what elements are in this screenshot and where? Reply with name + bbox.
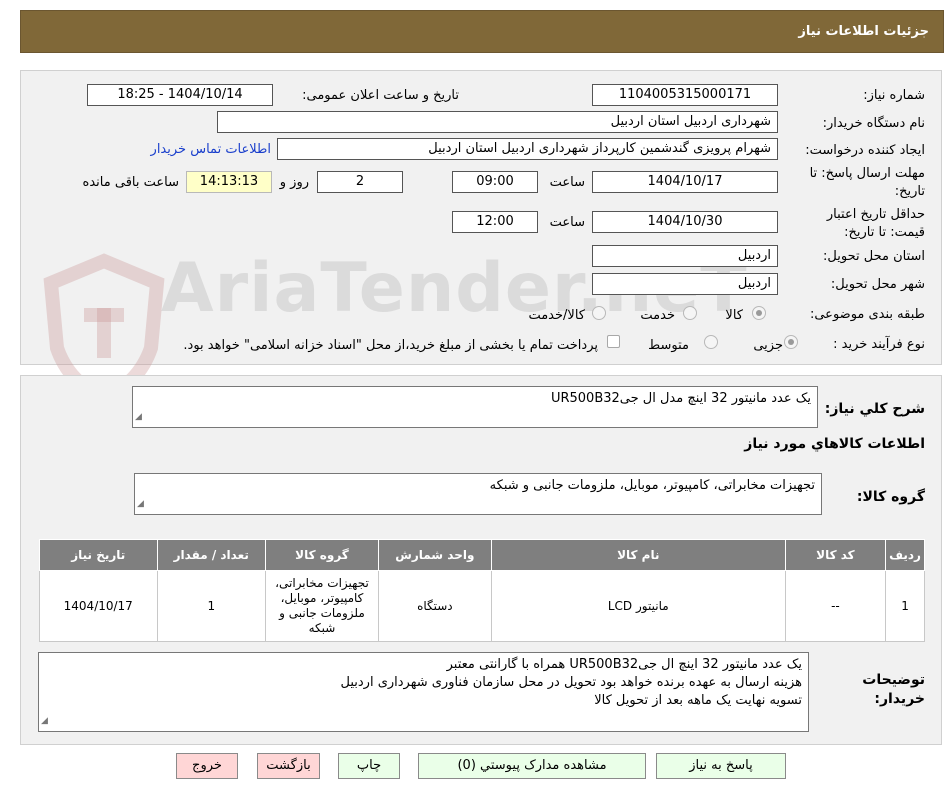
process-medium-radio[interactable] bbox=[704, 335, 718, 349]
col-header-date: تاریخ نیاز bbox=[39, 539, 158, 571]
days-label: روز و bbox=[279, 175, 309, 190]
process-minor-label: جزیی bbox=[753, 338, 783, 353]
process-label: نوع فرآیند خرید : bbox=[833, 337, 925, 352]
deadline-label-2: تاریخ: bbox=[894, 184, 925, 199]
buyer-note-line: یک عدد مانیتور 32 اینچ ال جیUR500B32 همر… bbox=[446, 657, 802, 672]
validity-label: حداقل تاریخ اعتبار bbox=[826, 207, 925, 222]
table-row: 1 -- مانیتور LCD دستگاه تجهیزات مخابراتی… bbox=[39, 570, 925, 642]
deadline-time-label: ساعت bbox=[549, 175, 585, 190]
remaining-time-label: ساعت باقی مانده bbox=[82, 175, 179, 190]
goods-group-text: تجهیزات مخابراتی، کامپیوتر، موبایل، ملزو… bbox=[489, 478, 815, 493]
province-label: استان محل تحویل: bbox=[823, 249, 925, 264]
category-goods-radio[interactable] bbox=[752, 306, 766, 320]
cell-qty: 1 bbox=[156, 570, 267, 642]
page-header: جزئیات اطلاعات نیاز bbox=[20, 10, 944, 53]
validity-date-field: 1404/10/30 bbox=[592, 211, 778, 233]
buyer-notes-label-2: خریدار: bbox=[874, 691, 925, 707]
respond-button[interactable]: پاسخ به نیاز bbox=[656, 753, 786, 779]
category-label: طبقه بندی موضوعی: bbox=[809, 307, 925, 322]
buyer-note-line: تسویه نهایت یک ماهه بعد از تحویل کالا bbox=[594, 693, 802, 708]
payment-note: پرداخت تمام یا بخشی از مبلغ خرید،از محل … bbox=[183, 338, 598, 353]
cell-code: -- bbox=[784, 570, 887, 642]
exit-button[interactable]: خروج bbox=[176, 753, 238, 779]
table-header-row: ردیف کد کالا نام کالا واحد شمارش گروه کا… bbox=[39, 539, 925, 571]
category-goods-service-label: کالا/خدمت bbox=[528, 308, 585, 323]
category-service-label: خدمت bbox=[640, 308, 675, 323]
resize-grip-icon[interactable]: ◢ bbox=[135, 408, 142, 426]
deadline-date-field: 1404/10/17 bbox=[592, 171, 778, 193]
cell-group: تجهیزات مخابراتی، کامپیوتر، موبایل، ملزو… bbox=[265, 570, 379, 642]
remaining-time-field: 14:13:13 bbox=[186, 171, 272, 193]
col-header-row-number: ردیف bbox=[885, 539, 925, 571]
requester-field: شهرام پرویزی گندشمین کارپرداز شهرداری ار… bbox=[277, 138, 778, 160]
buyer-org-label: نام دستگاه خریدار: bbox=[822, 116, 925, 131]
buyer-notes-textarea[interactable]: یک عدد مانیتور 32 اینچ ال جیUR500B32 همر… bbox=[38, 652, 809, 732]
process-minor-radio[interactable] bbox=[784, 335, 798, 349]
treasury-checkbox[interactable] bbox=[607, 335, 620, 348]
cell-unit: دستگاه bbox=[377, 570, 492, 642]
col-header-unit: واحد شمارش bbox=[377, 539, 492, 571]
contact-buyer-link[interactable]: اطلاعات تماس خریدار bbox=[151, 142, 271, 157]
goods-panel: شرح کلي نیاز: یک عدد مانیتور 32 اینچ مدل… bbox=[20, 375, 942, 745]
page-title: جزئیات اطلاعات نیاز bbox=[798, 24, 929, 39]
back-button[interactable]: بازگشت bbox=[257, 753, 320, 779]
deadline-label: مهلت ارسال پاسخ: تا bbox=[809, 166, 925, 181]
cell-date: 1404/10/17 bbox=[39, 570, 158, 642]
city-label: شهر محل تحویل: bbox=[830, 277, 925, 292]
category-goods-label: کالا bbox=[725, 308, 743, 323]
items-table: ردیف کد کالا نام کالا واحد شمارش گروه کا… bbox=[39, 539, 925, 642]
goods-group-label: گروه کالا: bbox=[856, 489, 925, 505]
province-field: اردبیل bbox=[592, 245, 778, 267]
validity-label-2: قیمت: تا تاریخ: bbox=[844, 225, 925, 240]
col-header-name: نام کالا bbox=[490, 539, 786, 571]
resize-grip-icon[interactable]: ◢ bbox=[137, 495, 144, 513]
summary-text: یک عدد مانیتور 32 اینچ مدل ال جیUR500B32 bbox=[550, 391, 811, 406]
category-service-radio[interactable] bbox=[683, 306, 697, 320]
requester-label: ایجاد کننده درخواست: bbox=[805, 143, 925, 158]
category-goods-service-radio[interactable] bbox=[592, 306, 606, 320]
announce-label: تاریخ و ساعت اعلان عمومی: bbox=[302, 88, 459, 103]
col-header-qty: تعداد / مقدار bbox=[156, 539, 267, 571]
view-attachments-button[interactable]: مشاهده مدارک پیوستي (0) bbox=[418, 753, 646, 779]
cell-row-number: 1 bbox=[885, 570, 925, 642]
goods-group-textarea[interactable]: تجهیزات مخابراتی، کامپیوتر، موبایل، ملزو… bbox=[134, 473, 822, 515]
validity-time-field: 12:00 bbox=[452, 211, 538, 233]
deadline-time-field: 09:00 bbox=[452, 171, 538, 193]
buyer-note-line: هزینه ارسال به عهده برنده خواهد بود تحوی… bbox=[340, 675, 803, 690]
summary-label: شرح کلي نیاز: bbox=[824, 401, 925, 417]
need-number-label: شماره نیاز: bbox=[863, 88, 925, 103]
print-button[interactable]: چاپ bbox=[338, 753, 400, 779]
resize-grip-icon[interactable]: ◢ bbox=[41, 712, 48, 730]
col-header-group: گروه کالا bbox=[265, 539, 379, 571]
summary-textarea[interactable]: یک عدد مانیتور 32 اینچ مدل ال جیUR500B32… bbox=[132, 386, 818, 428]
need-number-field: 1104005315000171 bbox=[592, 84, 778, 106]
announce-date-field: 1404/10/14 - 18:25 bbox=[87, 84, 273, 106]
goods-section-title: اطلاعات کالاهاي مورد نیاز bbox=[744, 436, 925, 452]
process-medium-label: متوسط bbox=[648, 338, 689, 353]
buyer-org-field: شهرداری اردبیل استان اردبیل bbox=[217, 111, 778, 133]
need-info-panel: AriaTender.neT شماره نیاز: 1104005315000… bbox=[20, 70, 942, 403]
buyer-notes-label: توضیحات bbox=[862, 672, 925, 688]
cell-name: مانیتور LCD bbox=[490, 570, 786, 642]
days-remaining-field: 2 bbox=[317, 171, 403, 193]
col-header-code: کد کالا bbox=[784, 539, 887, 571]
validity-time-label: ساعت bbox=[549, 215, 585, 230]
city-field: اردبیل bbox=[592, 273, 778, 295]
